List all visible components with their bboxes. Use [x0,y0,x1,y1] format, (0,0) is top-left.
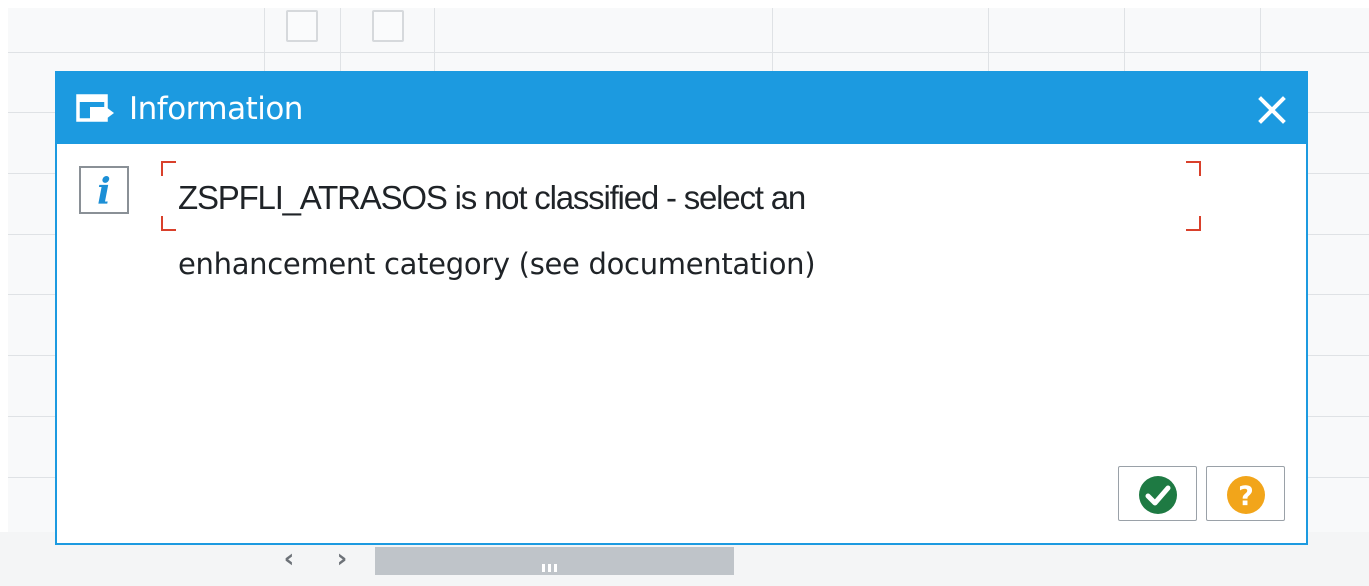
scroll-right-icon[interactable]: › [329,544,355,574]
message-text-line1: ZSPFLI_ATRASOS is not classified - selec… [178,179,806,216]
help-question-icon: ? [1227,476,1265,514]
help-button[interactable]: ? [1206,466,1285,521]
focus-bracket [161,161,176,176]
dialog-title: Information [129,91,303,127]
focus-bracket [1186,216,1201,231]
row-checkbox[interactable] [286,10,318,42]
svg-text:i: i [97,171,111,213]
checkmark-icon [1139,476,1177,514]
close-button[interactable] [1254,92,1290,128]
table-row-line [8,52,1369,53]
info-icon: i [79,166,129,214]
message-window-icon [76,93,116,125]
svg-text:?: ? [1238,481,1254,512]
scrollbar-grip-icon [542,557,566,572]
confirm-button[interactable] [1118,466,1197,521]
scroll-left-icon[interactable]: ‹ [276,544,302,574]
dialog-header: Information [57,73,1306,144]
focus-bracket [161,216,176,231]
information-dialog: Information i ZSPFLI_ATRASOS is not clas… [55,71,1308,545]
message-text-line2: enhancement category (see documentation) [178,247,816,281]
row-checkbox[interactable] [372,10,404,42]
close-icon [1258,96,1286,124]
focus-bracket [1186,161,1201,176]
